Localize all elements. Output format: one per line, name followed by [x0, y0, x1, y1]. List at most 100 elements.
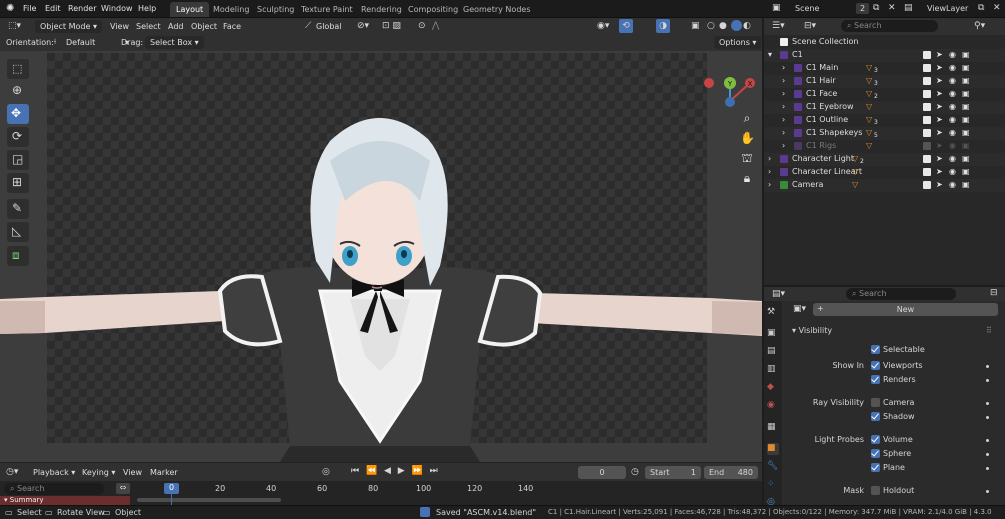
add-cube-tool-button[interactable]: ⧈: [7, 246, 29, 266]
playback-controls[interactable]: ⏮ ⏪ ◀ ▶ ⏩ ⏭: [351, 466, 440, 476]
outliner-row[interactable]: › C1 Eyebrow ▽ ➤ ◉ ▣: [764, 101, 1005, 114]
vp-menu-select[interactable]: Select: [136, 22, 161, 31]
expand-chevron-right-icon[interactable]: ›: [782, 129, 790, 137]
properties-search-field[interactable]: ⌕ Search: [846, 288, 956, 300]
object-data-icon[interactable]: ▽: [852, 155, 860, 163]
scene-copy-icon[interactable]: ⧉: [873, 3, 879, 13]
new-button[interactable]: + New: [813, 303, 998, 316]
select-arrow-icon[interactable]: ➤: [936, 64, 944, 72]
camera-render-icon[interactable]: ▣: [962, 116, 970, 124]
select-arrow-icon[interactable]: ➤: [936, 116, 944, 124]
camera-render-icon[interactable]: ▣: [962, 64, 970, 72]
menu-window[interactable]: Window: [101, 4, 133, 13]
outliner-editor-icon[interactable]: ☰▾: [772, 21, 785, 31]
eye-icon[interactable]: ◉: [949, 142, 957, 150]
vp-menu-object[interactable]: Object: [191, 22, 217, 31]
sphere-keyframe-dot[interactable]: [986, 453, 989, 456]
exclude-checkbox[interactable]: [923, 116, 931, 124]
world-selector-icon[interactable]: ▣▾: [793, 304, 806, 314]
object-data-icon[interactable]: ▽: [866, 103, 874, 111]
outliner-row[interactable]: › C1 Rigs ▽ ➤ ◉ ▣: [764, 140, 1005, 153]
scene-name[interactable]: Scene: [795, 4, 819, 13]
select-arrow-icon[interactable]: ➤: [936, 77, 944, 85]
zoom-icon[interactable]: ⌕: [740, 111, 754, 125]
visibility-selector-icon[interactable]: ◉▾: [597, 21, 609, 31]
outliner-row[interactable]: › C1 Main ▽ 3 ➤ ◉ ▣: [764, 62, 1005, 75]
viewlayer-name[interactable]: ViewLayer: [927, 4, 968, 13]
viewlayer-copy-icon[interactable]: ⧉: [978, 3, 984, 13]
camera-render-icon[interactable]: ▣: [962, 103, 970, 111]
expand-chevron-right-icon[interactable]: ›: [768, 168, 776, 176]
transform-orientation[interactable]: Global: [316, 22, 342, 31]
visibility-panel-header[interactable]: ▾ Visibility: [792, 326, 832, 335]
camera-render-icon[interactable]: ▣: [962, 181, 970, 189]
tab-layout[interactable]: Layout: [170, 2, 210, 17]
tab-geometry-nodes[interactable]: Geometry Nodes: [457, 2, 536, 17]
eye-icon[interactable]: ◉: [949, 129, 957, 137]
plane-keyframe-dot[interactable]: [986, 467, 989, 470]
tool-tab-icon[interactable]: ⚒: [767, 307, 779, 319]
volume-keyframe-dot[interactable]: [986, 439, 989, 442]
expand-chevron-right-icon[interactable]: ›: [768, 155, 776, 163]
outliner-row[interactable]: › Camera ▽ ➤ ◉ ▣: [764, 179, 1005, 192]
cursor-tool-button[interactable]: ⊕: [7, 81, 29, 101]
world-tab-icon[interactable]: ◉: [767, 400, 779, 412]
material-shading-icon[interactable]: [731, 20, 742, 31]
camera-render-icon[interactable]: ▣: [962, 77, 970, 85]
vp-menu-add[interactable]: Add: [168, 22, 184, 31]
eye-icon[interactable]: ◉: [949, 103, 957, 111]
exclude-checkbox[interactable]: [923, 90, 931, 98]
orientation-dropdown[interactable]: Default: [66, 38, 95, 47]
move-tool-button[interactable]: ✥: [7, 104, 29, 124]
outliner-row[interactable]: › Character Lineart ▽ ➤ ◉ ▣: [764, 166, 1005, 179]
gizmo-toggle-icon[interactable]: ⟲: [619, 19, 633, 33]
outliner-filter-icon[interactable]: ⚲▾: [974, 21, 985, 31]
object-data-icon[interactable]: ▽: [866, 129, 874, 137]
vp-menu-view[interactable]: View: [110, 22, 129, 31]
tab-compositing[interactable]: Compositing: [402, 2, 464, 17]
mode-dropdown[interactable]: Object Mode ▾: [35, 20, 102, 33]
outliner[interactable]: Scene Collection ▾ C1 ➤ ◉ ▣ › C1 Main ▽ 3 ➤ ◉ ▣ › C1 …: [764, 35, 1005, 285]
object-data-icon[interactable]: ▽: [852, 181, 860, 189]
object-data-icon[interactable]: ▽: [866, 116, 874, 124]
playhead-frame[interactable]: 0: [164, 483, 179, 494]
camera-render-icon[interactable]: ▣: [962, 51, 970, 59]
falloff-icon[interactable]: ⋀: [432, 21, 439, 31]
exclude-checkbox[interactable]: [923, 129, 931, 137]
expand-chevron-right-icon[interactable]: ›: [782, 77, 790, 85]
options-dropdown[interactable]: Options ▾: [714, 36, 762, 49]
modifier-tab-icon[interactable]: 🔧︎: [767, 461, 779, 473]
proportional-edit-icon[interactable]: ⊙: [418, 21, 426, 31]
expand-chevron-right-icon[interactable]: ›: [782, 64, 790, 72]
vp-menu-face[interactable]: Face: [223, 22, 241, 31]
scale-tool-button[interactable]: ◲: [7, 150, 29, 170]
expand-chevron-down-icon[interactable]: ▾: [768, 51, 776, 59]
sphere-checkbox[interactable]: [871, 449, 880, 458]
renders-keyframe-dot[interactable]: [986, 379, 989, 382]
render-tab-icon[interactable]: ▣: [767, 328, 779, 340]
panel-drag-handle-icon[interactable]: ⠿: [986, 326, 992, 335]
camera-checkbox[interactable]: [871, 398, 880, 407]
timeline-scrollbar[interactable]: [137, 498, 281, 502]
camera-render-icon[interactable]: ▣: [962, 155, 970, 163]
measure-tool-button[interactable]: ◺: [7, 222, 29, 242]
shadow-checkbox[interactable]: [871, 412, 880, 421]
select-arrow-icon[interactable]: ➤: [936, 168, 944, 176]
select-arrow-icon[interactable]: ➤: [936, 90, 944, 98]
menu-file[interactable]: File: [23, 4, 36, 13]
camera-keyframe-dot[interactable]: [986, 402, 989, 405]
editor-type-icon[interactable]: ⬚▾: [8, 21, 21, 31]
tab-sculpting[interactable]: Sculpting: [251, 2, 300, 17]
menu-help[interactable]: Help: [138, 4, 156, 13]
eye-icon[interactable]: ◉: [949, 181, 957, 189]
select-arrow-icon[interactable]: ➤: [936, 129, 944, 137]
plane-checkbox[interactable]: [871, 463, 880, 472]
timeline-menu-view[interactable]: View: [123, 468, 142, 477]
collection-tab-icon[interactable]: ▦: [767, 422, 779, 434]
exclude-checkbox[interactable]: [923, 64, 931, 72]
outliner-row[interactable]: › C1 Shapekeys ▽ 5 ➤ ◉ ▣: [764, 127, 1005, 140]
camera-render-icon[interactable]: ▣: [962, 168, 970, 176]
end-frame-field[interactable]: End 480: [704, 466, 758, 479]
timeline-menu-keying[interactable]: Keying ▾: [82, 468, 115, 477]
object-data-icon[interactable]: ▽: [866, 64, 874, 72]
